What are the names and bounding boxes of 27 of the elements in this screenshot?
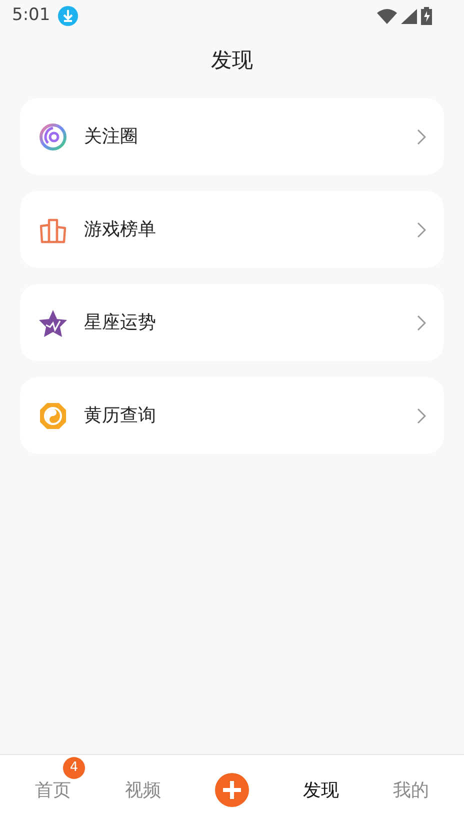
menu-label: 游戏榜单 xyxy=(84,218,157,242)
chevron-right-icon xyxy=(417,128,426,144)
page-title: 发现 xyxy=(211,47,253,74)
menu-item[interactable]: 黄历查询 xyxy=(20,377,444,454)
menu-item[interactable]: 关注圈 xyxy=(20,98,444,175)
menu-label: 关注圈 xyxy=(84,125,139,149)
menu-label: 黄历查询 xyxy=(84,404,157,428)
nav-tab[interactable]: 首页 xyxy=(35,776,71,804)
status-time: 5:01 xyxy=(12,4,50,28)
add-button[interactable] xyxy=(215,773,249,807)
nav-tab[interactable]: 发现 xyxy=(303,776,339,804)
menu-item[interactable]: 游戏榜单 xyxy=(20,191,444,268)
wifi-icon xyxy=(377,8,397,24)
ring-icon xyxy=(38,122,68,152)
chevron-right-icon xyxy=(417,408,426,424)
nav-tab[interactable]: 我的 xyxy=(393,776,429,804)
star-icon xyxy=(38,308,68,338)
badge-count: 4 xyxy=(63,756,85,778)
menu-item[interactable]: 星座运势 xyxy=(20,284,444,361)
signal-icon xyxy=(401,8,417,24)
bagua-icon xyxy=(38,400,68,430)
chevron-right-icon xyxy=(417,222,426,238)
menu-label: 星座运势 xyxy=(84,311,157,335)
download-icon xyxy=(58,6,78,26)
chevron-right-icon xyxy=(417,314,426,330)
nav-tab[interactable]: 视频 xyxy=(125,776,161,804)
battery-icon xyxy=(421,7,432,25)
